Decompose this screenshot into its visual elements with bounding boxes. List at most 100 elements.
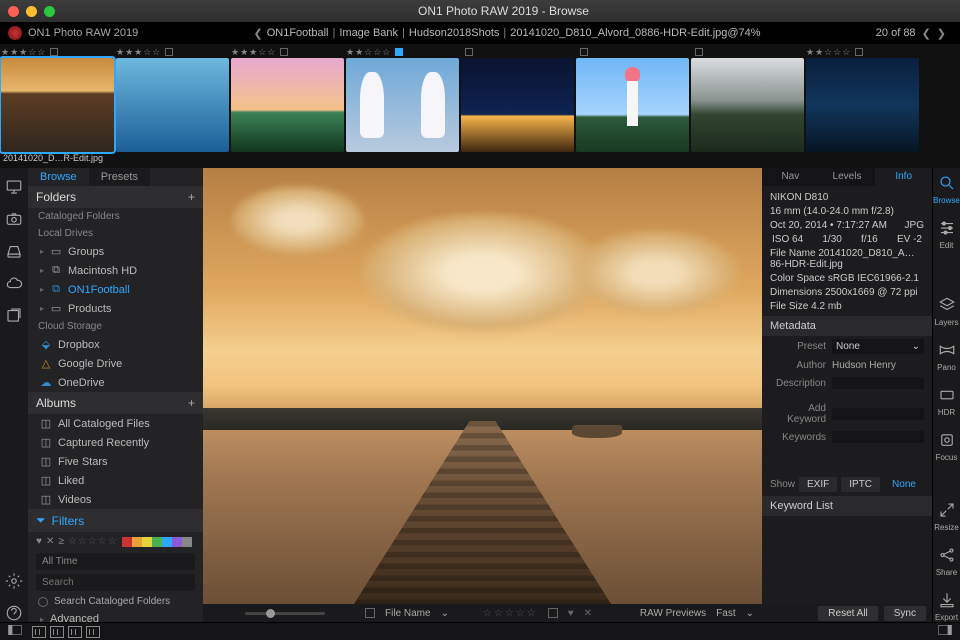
cataloged-label: Cataloged Folders: [28, 208, 203, 225]
add-keyword-field[interactable]: [832, 408, 924, 420]
tab-levels[interactable]: Levels: [819, 168, 876, 186]
filter-time[interactable]: [36, 553, 195, 570]
album-row[interactable]: ◫All Cataloged Files: [28, 414, 203, 433]
keywords-field[interactable]: [832, 431, 924, 443]
heart-icon[interactable]: ♥: [568, 608, 574, 619]
thumb[interactable]: [116, 58, 229, 152]
thumb[interactable]: [806, 58, 919, 152]
prev-image-icon[interactable]: ❮: [922, 27, 931, 40]
star-filter[interactable]: ☆☆☆☆☆: [68, 536, 118, 547]
right-bottom-bar: Reset All Sync: [762, 604, 932, 622]
iso-value: ISO 64: [772, 234, 803, 245]
thumb[interactable]: [1, 58, 114, 152]
app-logo: [8, 26, 22, 40]
keyword-list-header[interactable]: Keyword List: [762, 496, 932, 516]
minimize-window[interactable]: [26, 6, 37, 17]
view-mode-icons[interactable]: [32, 626, 100, 638]
edit-mode-icon[interactable]: [938, 219, 956, 237]
like-icon[interactable]: ✕: [46, 536, 54, 547]
titlebar: ON1 Photo RAW 2019 - Browse: [0, 0, 960, 22]
reset-all-button[interactable]: Reset All: [818, 606, 877, 621]
tab-presets[interactable]: Presets: [89, 168, 150, 186]
sort-check[interactable]: [365, 608, 375, 618]
resize-icon[interactable]: [938, 501, 956, 519]
chevron-down-icon[interactable]: ⌄: [441, 608, 449, 619]
raw-previews-value[interactable]: Fast: [716, 608, 735, 619]
folders-header[interactable]: Folders+: [28, 186, 203, 208]
browse-mode-icon[interactable]: [938, 174, 956, 192]
add-folder-icon[interactable]: +: [188, 190, 195, 204]
gte-icon[interactable]: ≥: [58, 536, 64, 547]
help-icon[interactable]: [5, 604, 23, 622]
breadcrumb[interactable]: ❮ ON1Football| Image Bank| Hudson2018Sho…: [138, 27, 876, 40]
breadcrumb-back-icon[interactable]: ❮: [254, 27, 263, 40]
album-row[interactable]: ◫Liked: [28, 471, 203, 490]
thumb[interactable]: [231, 58, 344, 152]
cloud-row[interactable]: ☁OneDrive: [28, 373, 203, 392]
layers-icon[interactable]: [938, 296, 956, 314]
folder-row-selected[interactable]: ▸⧉ON1Football: [28, 280, 203, 299]
zoom-window[interactable]: [44, 6, 55, 17]
color-swatches[interactable]: [122, 537, 192, 547]
folder-row[interactable]: ▸⧉Macintosh HD: [28, 261, 203, 280]
thumb[interactable]: [576, 58, 689, 152]
favorite-icon[interactable]: ♥: [36, 536, 42, 547]
filters-header[interactable]: ⏷Filters: [28, 509, 203, 532]
filter-icons: ♥ ✕ ≥ ☆☆☆☆☆: [28, 532, 203, 551]
search-input[interactable]: [36, 574, 195, 591]
left-panel: Browse Presets Folders+ Cataloged Folder…: [28, 168, 203, 622]
author-value[interactable]: Hudson Henry: [832, 360, 896, 371]
preset-row[interactable]: PresetNone⌄: [762, 336, 932, 357]
iptc-button[interactable]: IPTC: [841, 477, 880, 492]
settings-icon[interactable]: [5, 572, 23, 590]
folder-row[interactable]: ▸▭Groups: [28, 242, 203, 261]
viewer-toolbar: File Name ⌄ ☆☆☆☆☆ ♥ ✕ RAW Previews Fast …: [203, 604, 762, 622]
focus-icon[interactable]: [938, 431, 956, 449]
sort-label[interactable]: File Name: [385, 608, 431, 619]
add-album-icon[interactable]: +: [188, 396, 195, 410]
album-row[interactable]: ◫Videos: [28, 490, 203, 509]
label-box[interactable]: [548, 608, 558, 618]
none-button[interactable]: None: [884, 477, 924, 492]
drive-icon: ⧉: [50, 283, 62, 296]
close-window[interactable]: [8, 6, 19, 17]
hdr-icon[interactable]: [938, 386, 956, 404]
cloud-icon[interactable]: [5, 274, 23, 292]
description-field[interactable]: [832, 377, 924, 389]
share-icon[interactable]: [938, 546, 956, 564]
album-row[interactable]: ◫Five Stars: [28, 452, 203, 471]
monitor-icon[interactable]: [5, 178, 23, 196]
thumb[interactable]: [691, 58, 804, 152]
camera-icon[interactable]: [5, 210, 23, 228]
next-image-icon[interactable]: ❯: [937, 27, 946, 40]
albums-header[interactable]: Albums+: [28, 392, 203, 414]
tab-browse[interactable]: Browse: [28, 168, 89, 186]
photo-viewer[interactable]: [203, 168, 762, 604]
raw-previews-label: RAW Previews: [640, 608, 706, 619]
export-icon[interactable]: [938, 591, 956, 609]
cloud-row[interactable]: ⬙Dropbox: [28, 335, 203, 354]
tab-info[interactable]: Info: [875, 168, 932, 186]
album-icon: ◫: [40, 493, 52, 506]
reject-icon[interactable]: ✕: [584, 608, 592, 619]
rating-stars[interactable]: ☆☆☆☆☆: [483, 608, 538, 619]
album-row[interactable]: ◫Captured Recently: [28, 433, 203, 452]
albums-icon[interactable]: [5, 306, 23, 324]
search-cataloged-toggle[interactable]: Search Cataloged Folders: [28, 593, 203, 610]
cloud-row[interactable]: △Google Drive: [28, 354, 203, 373]
thumb[interactable]: [461, 58, 574, 152]
tab-nav[interactable]: Nav: [762, 168, 819, 186]
advanced-toggle[interactable]: ▸Advanced: [28, 610, 203, 622]
sync-button[interactable]: Sync: [884, 606, 926, 621]
panel-toggle-right[interactable]: [938, 624, 952, 639]
drive-icon[interactable]: [5, 242, 23, 260]
zoom-slider[interactable]: [245, 612, 325, 615]
thumb-tag[interactable]: [50, 48, 58, 56]
panel-toggle-left[interactable]: [8, 624, 22, 639]
metadata-header[interactable]: Metadata: [762, 316, 932, 336]
pano-icon[interactable]: [938, 341, 956, 359]
folder-row[interactable]: ▸▭Products: [28, 299, 203, 318]
exif-button[interactable]: EXIF: [799, 477, 837, 492]
thumb[interactable]: [346, 58, 459, 152]
chevron-down-icon[interactable]: ⌄: [746, 608, 754, 619]
